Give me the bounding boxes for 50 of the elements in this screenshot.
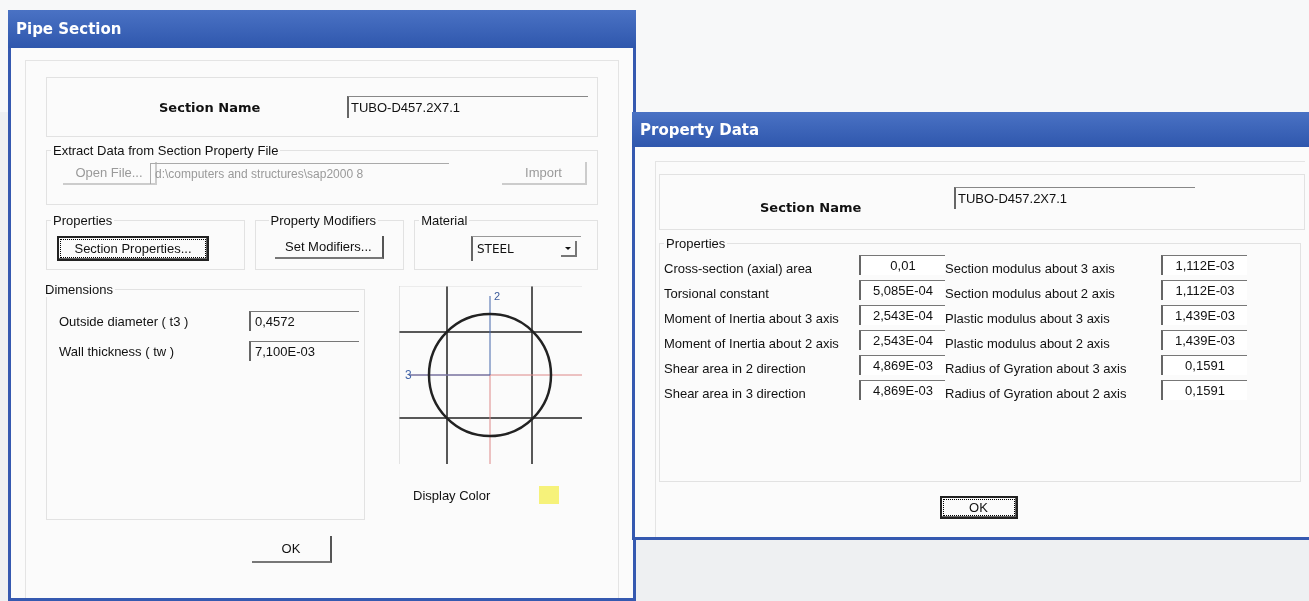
- section-name-label: Section Name: [159, 99, 262, 115]
- group-label: Properties: [665, 236, 727, 251]
- property-label: Shear area in 2 direction: [664, 360, 807, 376]
- section-name-label: Section Name: [760, 198, 863, 215]
- group-label: Dimensions: [44, 282, 114, 297]
- section-properties-button[interactable]: Section Properties...: [57, 236, 209, 261]
- ok-button[interactable]: OK: [252, 536, 332, 563]
- property-label: Section modulus about 3 axis: [945, 260, 1116, 276]
- dropdown-arrow-icon: [561, 241, 577, 257]
- group-label: Material: [420, 213, 469, 228]
- value-field: 4,869E-03: [859, 355, 945, 375]
- property-label: Radius of Gyration about 3 axis: [945, 360, 1128, 376]
- property-label: Cross-section (axial) area: [664, 260, 814, 276]
- ok-button[interactable]: OK: [939, 496, 1018, 519]
- value-field: 0,01: [859, 255, 945, 275]
- value-field: 2,543E-04: [859, 305, 945, 325]
- value-field: 5,085E-04: [859, 280, 945, 300]
- axis-label: 3: [405, 368, 412, 382]
- property-label: Moment of Inertia about 2 axis: [664, 335, 840, 351]
- input-field[interactable]: 0,4572: [249, 311, 359, 331]
- material-dropdown[interactable]: STEEL: [471, 236, 581, 261]
- value-field: 1,112E-03: [1161, 280, 1247, 300]
- display-color-label: Display Color: [413, 487, 492, 503]
- value-field: 1,439E-03: [1161, 330, 1247, 350]
- property-label: Shear area in 3 direction: [664, 385, 807, 401]
- value-field: 0,1591: [1161, 380, 1247, 400]
- property-label: Plastic modulus about 2 axis: [945, 335, 1111, 351]
- value-field: 0,1591: [1161, 355, 1247, 375]
- value-field: 1,439E-03: [1161, 305, 1247, 325]
- property-label: Torsional constant: [664, 285, 770, 301]
- input-field[interactable]: 7,100E-03: [249, 341, 359, 361]
- color-swatch[interactable]: [539, 486, 559, 504]
- section-name-field[interactable]: TUBO-D457.2X7.1: [347, 96, 588, 118]
- property-label: Radius of Gyration about 2 axis: [945, 385, 1128, 401]
- window-title: Property Data: [632, 112, 1309, 147]
- group-label: Properties: [52, 213, 114, 228]
- value-field: 2,543E-04: [859, 330, 945, 350]
- property-label: Section modulus about 2 axis: [945, 285, 1116, 301]
- value-field: 4,869E-03: [859, 380, 945, 400]
- axis-label: 2: [494, 290, 501, 302]
- window-title: Pipe Section: [8, 10, 636, 48]
- set-modifiers-button[interactable]: Set Modifiers...: [275, 236, 384, 259]
- section-name-field: TUBO-D457.2X7.1: [954, 187, 1195, 209]
- group-label: Property Modifiers: [269, 213, 378, 228]
- value-field: 1,112E-03: [1161, 255, 1247, 275]
- group-label: Extract Data from Section Property File: [52, 143, 280, 158]
- property-label: Moment of Inertia about 3 axis: [664, 310, 840, 326]
- field-label: Outside diameter ( t3 ): [58, 313, 190, 329]
- field-label: Wall thickness ( tw ): [58, 343, 176, 359]
- property-label: Plastic modulus about 3 axis: [945, 310, 1111, 326]
